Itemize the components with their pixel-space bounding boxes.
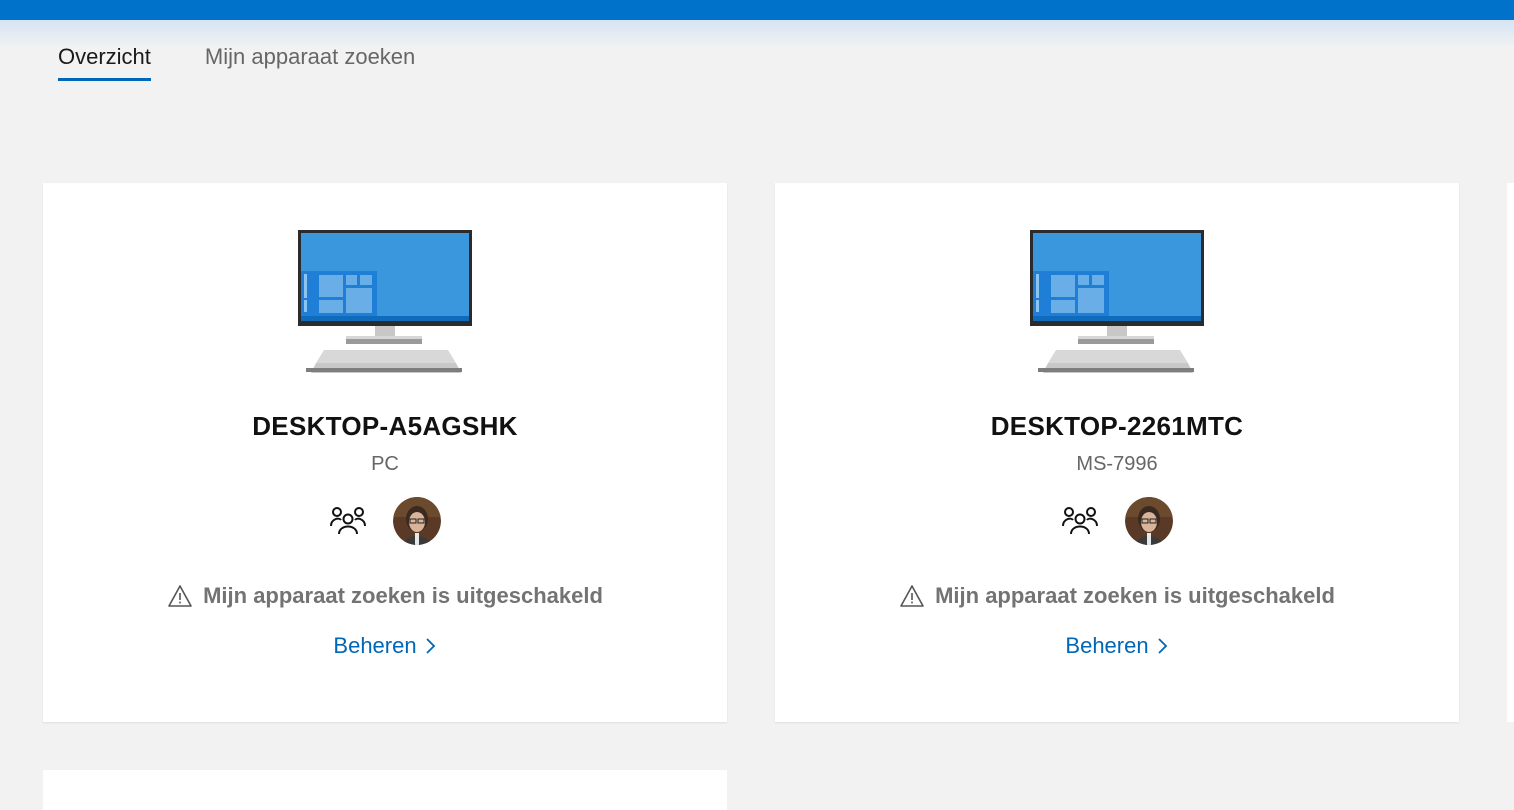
chevron-right-icon[interactable] <box>1157 636 1169 656</box>
warning-triangle-icon <box>900 585 924 607</box>
chevron-right-icon[interactable] <box>425 636 437 656</box>
avatar[interactable] <box>393 497 441 545</box>
family-group-icon[interactable] <box>329 502 367 540</box>
device-name: DESKTOP-2261MTC <box>990 411 1244 441</box>
warning-text: Mijn apparaat zoeken is uitgeschakeld <box>935 583 1335 608</box>
desktop-monitor-icon <box>1030 230 1204 373</box>
manage-label[interactable]: Beheren <box>1065 633 1148 659</box>
top-accent-bar <box>0 0 1514 20</box>
tab-find-my-device[interactable]: Mijn apparaat zoeken <box>205 44 415 81</box>
warning-text: Mijn apparaat zoeken is uitgeschakeld <box>203 583 603 608</box>
device-card-partial <box>43 770 727 810</box>
tab-bar: Overzicht Mijn apparaat zoeken <box>58 44 415 81</box>
find-device-warning: Mijn apparaat zoeken is uitgeschakeld <box>43 583 727 609</box>
device-users-row <box>43 497 727 545</box>
manage-link[interactable]: Beheren <box>775 633 1459 659</box>
find-device-warning: Mijn apparaat zoeken is uitgeschakeld <box>775 583 1459 609</box>
device-card: DESKTOP-2261MTC MS-7996 Mijn apparaat zo… <box>775 183 1459 722</box>
warning-triangle-icon <box>168 585 192 607</box>
device-users-row <box>775 497 1459 545</box>
family-group-icon[interactable] <box>1061 502 1099 540</box>
manage-label[interactable]: Beheren <box>333 633 416 659</box>
device-card: DESKTOP-A5AGSHK PC Mijn apparaat zoeken … <box>43 183 727 722</box>
avatar[interactable] <box>1125 497 1173 545</box>
device-model: PC <box>371 453 399 475</box>
tab-overview[interactable]: Overzicht <box>58 44 151 81</box>
device-name: DESKTOP-A5AGSHK <box>252 411 518 441</box>
device-card-partial <box>1507 183 1514 722</box>
device-model: MS-7996 <box>1076 453 1158 475</box>
desktop-monitor-icon <box>298 230 472 373</box>
manage-link[interactable]: Beheren <box>43 633 727 659</box>
